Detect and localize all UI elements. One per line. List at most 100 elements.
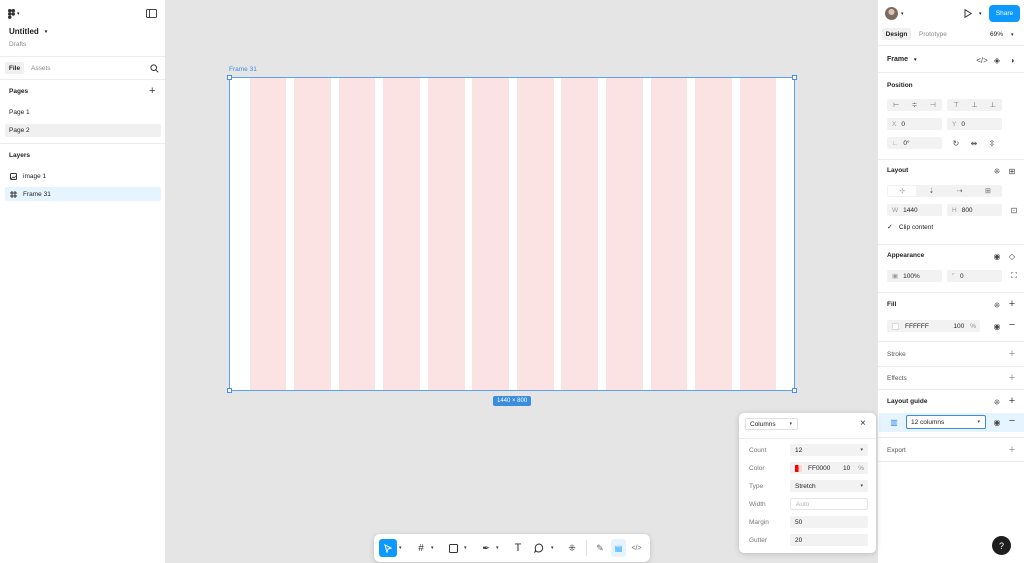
frame-tool-icon[interactable]: #	[414, 539, 428, 557]
clip-content-checkbox[interactable]: ✓ Clip content	[887, 223, 933, 232]
frame-31[interactable]	[227, 75, 797, 393]
add-effect-icon[interactable]: +	[1006, 372, 1018, 384]
resize-handle[interactable]	[792, 75, 797, 80]
pen-tool-icon[interactable]: ✒	[479, 539, 493, 557]
remove-fill-icon[interactable]: −	[1006, 319, 1018, 331]
frame-type-dropdown[interactable]: Frame ▾	[887, 56, 917, 63]
sidebar-toggle-icon[interactable]	[146, 9, 157, 18]
resize-to-fit-icon[interactable]: ⊡	[1008, 204, 1020, 216]
corner-radius-input[interactable]: ⌜ 0	[947, 270, 1002, 282]
layout-mode-group[interactable]: ⊹ ⇣ ⇢ ⊞	[887, 185, 1002, 197]
add-stroke-icon[interactable]: +	[1006, 348, 1018, 360]
chevron-down-icon[interactable]: ▾	[551, 539, 554, 557]
align-horizontal-group[interactable]: ⊢ ≑ ⊣	[887, 99, 942, 111]
chevron-down-icon[interactable]: ▾	[431, 539, 434, 557]
component-icon[interactable]: ◈	[991, 54, 1003, 66]
eye-icon[interactable]: ◉	[991, 320, 1003, 332]
tab-assets[interactable]: Assets	[31, 65, 51, 72]
add-layout-guide-icon[interactable]: +	[1006, 395, 1018, 407]
main-menu-button[interactable]: ▾	[8, 8, 22, 20]
add-export-icon[interactable]: +	[1006, 444, 1018, 456]
close-icon[interactable]: ×	[860, 418, 866, 429]
rotation-input[interactable]: ∟ 0°	[887, 137, 942, 149]
align-top-icon[interactable]: ⊤	[947, 99, 965, 111]
add-page-icon[interactable]: +	[149, 85, 155, 97]
align-right-icon[interactable]: ⊣	[924, 99, 942, 111]
chevron-down-icon[interactable]: ▾	[901, 11, 904, 17]
align-center-h-icon[interactable]: ≑	[905, 99, 923, 111]
dev-mode-icon[interactable]: </>	[629, 539, 644, 557]
chevron-down-icon[interactable]: ▾	[496, 539, 499, 557]
tab-file[interactable]: File	[5, 62, 24, 74]
share-button[interactable]: Share	[989, 5, 1020, 22]
layout-horizontal-icon[interactable]: ⇢	[946, 185, 974, 197]
opacity-input[interactable]: ▣ 100%	[887, 270, 942, 282]
remove-layout-guide-icon[interactable]: −	[1006, 415, 1018, 427]
search-icon[interactable]	[150, 64, 159, 75]
type-select[interactable]: Stretch ▾	[790, 480, 868, 492]
align-vertical-group[interactable]: ⊤ ⊥ ⊥	[947, 99, 1002, 111]
actions-tool-icon[interactable]: ⁜	[565, 539, 579, 557]
rotate-icon[interactable]: ↻	[950, 137, 962, 149]
color-input[interactable]: FF0000 10 %	[790, 462, 868, 474]
width-input[interactable]: W 1440	[887, 204, 942, 216]
page-item[interactable]: Page 1	[5, 106, 161, 118]
tab-design[interactable]: Design	[882, 28, 911, 40]
move-tool-button[interactable]	[379, 539, 397, 557]
avatar[interactable]	[885, 7, 898, 20]
layer-item[interactable]: image 1	[5, 170, 161, 182]
flip-horizontal-icon[interactable]: ⇹	[968, 137, 980, 149]
color-swatch[interactable]	[795, 464, 802, 472]
contrast-icon[interactable]: ◑	[1006, 54, 1018, 66]
layout-grid-icon[interactable]: ⊞	[974, 185, 1002, 197]
auto-layout-grid-icon[interactable]: ⁜	[991, 165, 1003, 177]
layout-vertical-icon[interactable]: ⇣	[917, 185, 945, 197]
columns-icon[interactable]: ▥	[888, 416, 900, 428]
layout-settings-icon[interactable]: ⊞	[1006, 165, 1018, 177]
blend-mode-icon[interactable]: ◇	[1006, 250, 1018, 262]
design-mode-icon[interactable]: ▤	[611, 539, 626, 557]
present-play-icon[interactable]	[964, 8, 973, 20]
styles-grid-icon[interactable]: ⁜	[991, 396, 1003, 408]
file-title[interactable]: Untitled ▾	[9, 27, 47, 36]
eye-icon[interactable]: ◉	[991, 250, 1003, 262]
layout-freeform-icon[interactable]: ⊹	[888, 186, 917, 196]
resize-handle[interactable]	[227, 388, 232, 393]
chevron-down-icon[interactable]: ▾	[399, 539, 402, 557]
draw-mode-icon[interactable]: ✎	[593, 539, 607, 557]
flip-vertical-icon[interactable]: ⇳	[986, 137, 998, 149]
height-input[interactable]: H 800	[947, 204, 1002, 216]
add-fill-icon[interactable]: +	[1006, 298, 1018, 310]
fill-swatch[interactable]	[892, 322, 899, 330]
guide-type-select[interactable]: Columns ▾	[745, 418, 798, 430]
tab-prototype[interactable]: Prototype	[919, 31, 947, 38]
align-bottom-icon[interactable]: ⊥	[984, 99, 1002, 111]
margin-input[interactable]: 50	[790, 516, 868, 528]
chevron-down-icon[interactable]: ▾	[979, 11, 982, 17]
resize-handle[interactable]	[227, 75, 232, 80]
zoom-dropdown[interactable]: 69% ▾	[990, 31, 1014, 38]
help-button[interactable]: ?	[992, 536, 1011, 555]
layout-guide-select[interactable]: 12 columns ▾	[906, 415, 986, 429]
align-left-icon[interactable]: ⊢	[887, 99, 905, 111]
resize-handle[interactable]	[792, 388, 797, 393]
rectangle-tool-icon[interactable]	[446, 539, 460, 557]
styles-grid-icon[interactable]: ⁜	[991, 299, 1003, 311]
text-tool-icon[interactable]: T	[511, 539, 525, 557]
frame-label[interactable]: Frame 31	[229, 66, 257, 73]
chevron-down-icon[interactable]: ▾	[464, 539, 467, 557]
gutter-input[interactable]: 20	[790, 534, 868, 546]
fill-input[interactable]: FFFFFF 100 %	[887, 320, 980, 332]
align-center-v-icon[interactable]: ⊥	[965, 99, 983, 111]
eye-icon[interactable]: ◉	[991, 416, 1003, 428]
y-input[interactable]: Y 0	[947, 118, 1002, 130]
independent-corners-icon[interactable]: ⛶	[1008, 270, 1020, 282]
code-icon[interactable]: </>	[976, 54, 988, 66]
width-input[interactable]: Auto	[790, 498, 868, 510]
page-item-selected[interactable]: Page 2	[5, 124, 161, 137]
page-item-label: Page 2	[9, 127, 30, 134]
count-select[interactable]: 12 ▾	[790, 444, 868, 456]
layer-item-selected[interactable]: Frame 31	[5, 187, 161, 201]
x-input[interactable]: X 0	[887, 118, 942, 130]
comment-tool-icon[interactable]	[532, 539, 546, 557]
